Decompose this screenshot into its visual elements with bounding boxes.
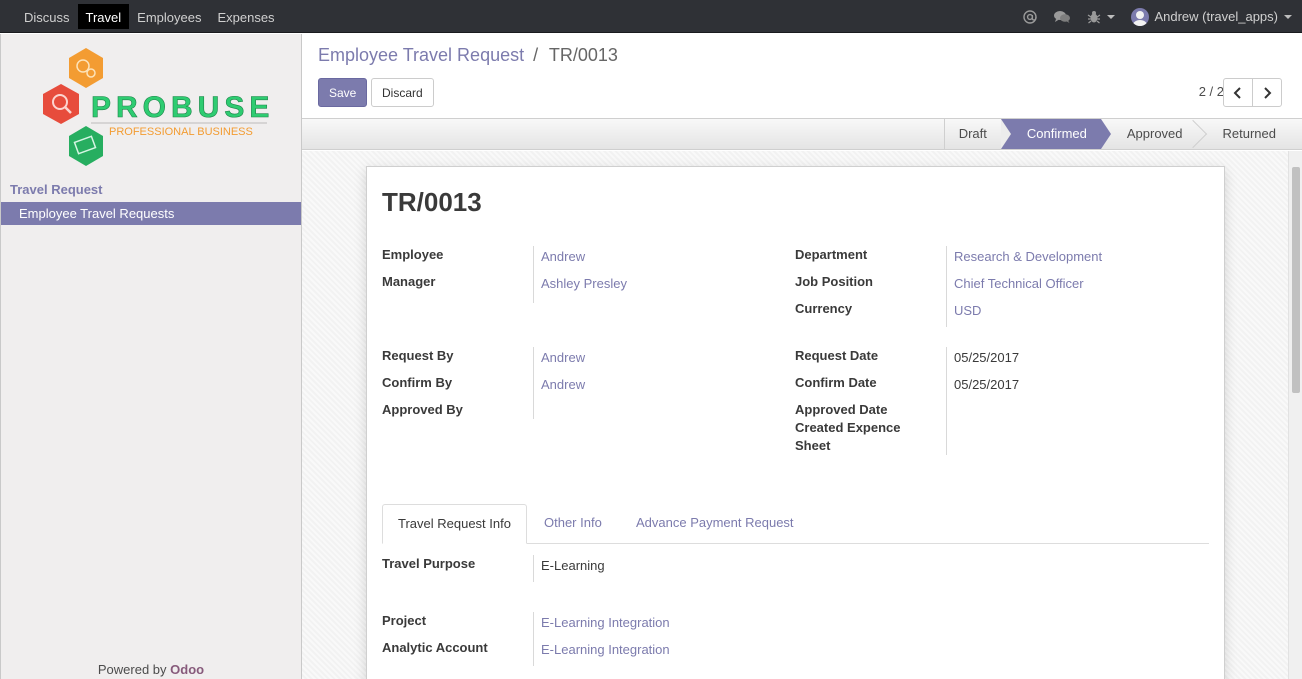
tab-other-info[interactable]: Other Info xyxy=(529,504,617,544)
stage-label: Confirmed xyxy=(1026,126,1087,141)
analytic-account-field[interactable]: E-Learning Integration xyxy=(541,641,670,659)
scrollbar[interactable] xyxy=(1288,151,1302,679)
breadcrumb-separator: / xyxy=(533,45,539,65)
statusbar: Draft Confirmed Approved Returned xyxy=(302,118,1302,150)
request-by-field[interactable]: Andrew xyxy=(541,349,585,367)
breadcrumb: Employee Travel Request / TR/0013 xyxy=(318,45,618,66)
stage-bar: Draft Confirmed Approved Returned xyxy=(943,119,1290,149)
top-navbar: Discuss Travel Employees Expenses Andrew… xyxy=(0,0,1302,33)
field-divider xyxy=(946,347,947,455)
chevron-down-icon xyxy=(1107,14,1116,19)
user-name: Andrew (travel_apps) xyxy=(1154,9,1278,24)
pager-previous-button[interactable] xyxy=(1223,78,1253,107)
user-menu[interactable]: Andrew (travel_apps) xyxy=(1131,7,1292,26)
department-field[interactable]: Research & Development xyxy=(954,248,1102,266)
field-divider xyxy=(533,347,534,419)
label-confirm-date: Confirm Date xyxy=(795,375,877,390)
label-confirm-by: Confirm By xyxy=(382,375,453,390)
tab-travel-request-info[interactable]: Travel Request Info xyxy=(382,504,527,544)
manager-field[interactable]: Ashley Presley xyxy=(541,275,627,293)
field-divider xyxy=(533,612,534,666)
breadcrumb-current: TR/0013 xyxy=(548,45,618,65)
stage-label: Returned xyxy=(1222,126,1276,141)
label-manager: Manager xyxy=(382,274,436,289)
app-menu: Discuss Travel Employees Expenses xyxy=(16,4,283,29)
label-job-position: Job Position xyxy=(795,274,873,289)
logo-tagline-text: PROFESSIONAL BUSINESS xyxy=(109,126,253,138)
menu-discuss[interactable]: Discuss xyxy=(16,4,78,29)
avatar xyxy=(1131,7,1150,26)
stage-draft[interactable]: Draft xyxy=(943,119,1001,149)
stage-label: Approved xyxy=(1126,126,1183,141)
label-employee: Employee xyxy=(382,247,444,262)
employee-field[interactable]: Andrew xyxy=(541,248,585,266)
at-icon[interactable] xyxy=(1023,9,1038,24)
sidebar-section-travel-request: Travel Request xyxy=(10,182,103,197)
pager-next-button[interactable] xyxy=(1252,78,1282,107)
job-position-field[interactable]: Chief Technical Officer xyxy=(954,275,1084,293)
powered-by: Powered by Odoo xyxy=(1,662,301,677)
menu-expenses[interactable]: Expenses xyxy=(209,4,282,29)
tab-advance-payment-request[interactable]: Advance Payment Request xyxy=(621,504,809,544)
label-currency: Currency xyxy=(795,301,853,316)
logo-brand-text: PROBUSE xyxy=(91,91,271,124)
confirm-date-field[interactable]: 05/25/2017 xyxy=(954,376,1019,394)
stage-confirmed[interactable]: Confirmed xyxy=(1000,119,1111,149)
menu-employees[interactable]: Employees xyxy=(129,4,209,29)
bug-icon[interactable] xyxy=(1087,10,1116,24)
travel-purpose-field[interactable]: E-Learning xyxy=(541,557,605,575)
main-content: Employee Travel Request / TR/0013 Save D… xyxy=(302,34,1302,679)
form-sheet: TR/0013 Employee Manager Andrew Ashley P… xyxy=(366,166,1225,679)
odoo-link[interactable]: Odoo xyxy=(170,662,204,677)
breadcrumb-parent[interactable]: Employee Travel Request xyxy=(318,45,524,65)
record-title: TR/0013 xyxy=(382,187,482,217)
label-created-expence-sheet: Created Expence Sheet xyxy=(795,420,901,453)
label-request-date: Request Date xyxy=(795,348,879,363)
systray: Andrew (travel_apps) xyxy=(1015,0,1302,33)
scrollbar-thumb[interactable] xyxy=(1292,167,1300,393)
label-approved-date: Approved Date xyxy=(795,402,888,417)
sidebar-item-employee-travel-requests[interactable]: Employee Travel Requests xyxy=(1,202,301,225)
label-request-by: Request By xyxy=(382,348,454,363)
menu-travel[interactable]: Travel xyxy=(77,4,130,29)
label-department: Department xyxy=(795,247,868,262)
request-date-field[interactable]: 05/25/2017 xyxy=(954,349,1019,367)
project-field[interactable]: E-Learning Integration xyxy=(541,614,670,632)
powered-by-prefix: Powered by xyxy=(97,662,167,677)
label-project: Project xyxy=(382,613,427,628)
stage-label: Draft xyxy=(958,126,987,141)
label-approved-by: Approved By xyxy=(382,402,463,417)
chevron-left-icon xyxy=(1233,86,1241,99)
field-divider xyxy=(533,555,534,582)
sidebar: PROBUSE PROFESSIONAL BUSINESS Travel Req… xyxy=(0,34,302,679)
confirm-by-field[interactable]: Andrew xyxy=(541,376,585,394)
field-divider xyxy=(946,246,947,327)
field-divider xyxy=(533,246,534,303)
save-button[interactable]: Save xyxy=(318,78,368,107)
chat-icon[interactable] xyxy=(1053,10,1071,24)
label-analytic-account: Analytic Account xyxy=(382,640,488,655)
chevron-down-icon xyxy=(1284,14,1292,19)
stage-returned[interactable]: Returned xyxy=(1197,119,1290,149)
label-travel-purpose: Travel Purpose xyxy=(382,556,476,571)
stage-approved[interactable]: Approved xyxy=(1101,119,1207,149)
chevron-right-icon xyxy=(1264,86,1272,99)
company-logo: PROBUSE PROFESSIONAL BUSINESS xyxy=(39,46,271,168)
notebook-tabs: Travel Request Info Other Info Advance P… xyxy=(382,504,1209,544)
pager-counter: 2 / 2 xyxy=(1198,84,1224,99)
currency-field[interactable]: USD xyxy=(954,302,981,320)
discard-button[interactable]: Discard xyxy=(371,78,434,107)
